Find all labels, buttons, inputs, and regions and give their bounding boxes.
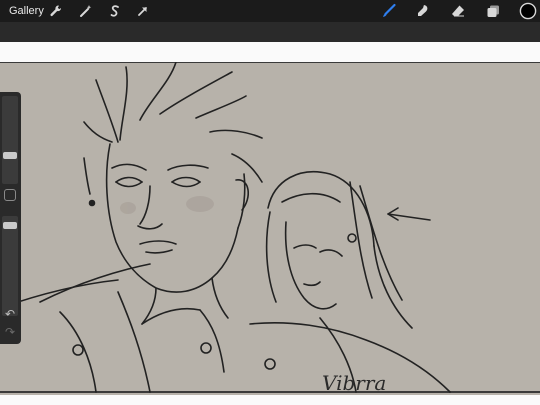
brush-sidebar: ↶ ↷ (0, 92, 21, 344)
smudge-icon[interactable] (415, 3, 431, 19)
layers-icon[interactable] (485, 3, 501, 19)
signature: Vibrra (322, 371, 386, 395)
opacity-slider[interactable] (2, 216, 18, 316)
canvas-area[interactable]: Vibrra (0, 42, 540, 405)
brush-icon[interactable] (381, 3, 397, 19)
opacity-handle[interactable] (3, 222, 17, 229)
wrench-icon[interactable] (48, 3, 64, 19)
top-toolbar: Gallery (0, 0, 540, 22)
brush-size-handle[interactable] (3, 152, 17, 159)
eraser-icon[interactable] (450, 3, 466, 19)
brush-size-slider[interactable] (2, 96, 18, 184)
color-swatch-icon[interactable] (519, 2, 537, 20)
undo-icon[interactable]: ↶ (3, 308, 17, 320)
redo-icon[interactable]: ↷ (3, 326, 17, 338)
secondary-bar (0, 22, 540, 42)
eyedropper-button[interactable] (4, 189, 16, 201)
selection-s-icon[interactable] (107, 3, 123, 19)
transform-arrow-icon[interactable] (135, 3, 151, 19)
magic-wand-icon[interactable] (78, 3, 94, 19)
gallery-button[interactable]: Gallery (9, 4, 44, 18)
drawing-canvas[interactable]: Vibrra (0, 62, 540, 395)
